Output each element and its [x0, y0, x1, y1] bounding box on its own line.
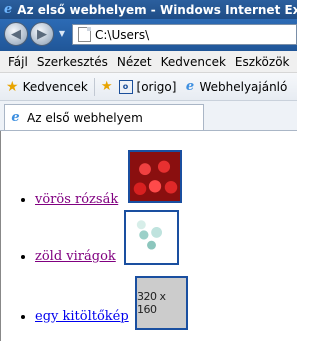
webslice-ie-icon: e [185, 79, 195, 94]
ie-logo-icon: e [4, 2, 13, 17]
origo-favicon-icon: o [118, 79, 133, 94]
list-item: egy kitöltőkép [35, 309, 129, 324]
forward-arrow-icon: ▶ [37, 26, 47, 42]
list-item: zöld virágok [35, 249, 116, 264]
tab-ie-icon: e [11, 110, 20, 125]
tab-title: Az első webhelyem [27, 110, 143, 125]
history-dropdown-icon[interactable]: ▼ [57, 29, 67, 39]
red-roses-image[interactable] [128, 150, 182, 203]
link-placeholder-image[interactable]: egy kitöltőkép [35, 309, 129, 324]
link-red-roses[interactable]: vörös rózsák [35, 192, 118, 207]
back-button[interactable]: ◀ [4, 22, 28, 46]
forward-button[interactable]: ▶ [30, 22, 54, 46]
window-title: Az első webhelyem - Windows Internet Exp… [17, 2, 297, 17]
favorites-bar: ★ Kedvencek ★ o [origo] e Webhelyajánló [0, 73, 297, 101]
menu-favorites[interactable]: Kedvencek [161, 55, 226, 69]
navigation-bar: ◀ ▶ ▼ C:\Users\ [0, 19, 297, 51]
favorite-webhelyajanlo[interactable]: Webhelyajánló [199, 80, 287, 94]
placeholder-image[interactable]: 320 x 160 [135, 276, 188, 330]
list-item: vörös rózsák [35, 192, 118, 207]
tab-current[interactable]: e Az első webhelyem [4, 104, 204, 130]
separator [93, 77, 95, 96]
favorites-button-label[interactable]: Kedvencek [23, 80, 88, 94]
favorite-origo[interactable]: [origo] [137, 80, 177, 94]
title-bar: e Az első webhelyem - Windows Internet E… [0, 0, 297, 19]
link-green-flowers[interactable]: zöld virágok [35, 249, 116, 264]
green-flowers-image[interactable] [124, 210, 179, 265]
menu-bar: Fájl Szerkesztés Nézet Kedvencek Eszközö… [0, 51, 297, 73]
page-content: vörös rózsák zöld virágok egy kitöltőkép… [0, 131, 297, 341]
back-arrow-icon: ◀ [11, 26, 21, 42]
address-url[interactable]: C:\Users\ [95, 28, 149, 42]
address-bar[interactable]: C:\Users\ [72, 24, 297, 45]
placeholder-image-text: 320 x 160 [137, 290, 166, 316]
tab-bar: e Az első webhelyem [0, 101, 297, 131]
add-to-favorites-icon[interactable]: ★ [101, 79, 113, 94]
menu-view[interactable]: Nézet [117, 55, 152, 69]
page-icon [78, 27, 91, 42]
menu-tools[interactable]: Eszközök [235, 55, 290, 69]
favorites-star-icon[interactable]: ★ [6, 79, 19, 95]
menu-edit[interactable]: Szerkesztés [37, 55, 108, 69]
menu-file[interactable]: Fájl [8, 55, 28, 69]
